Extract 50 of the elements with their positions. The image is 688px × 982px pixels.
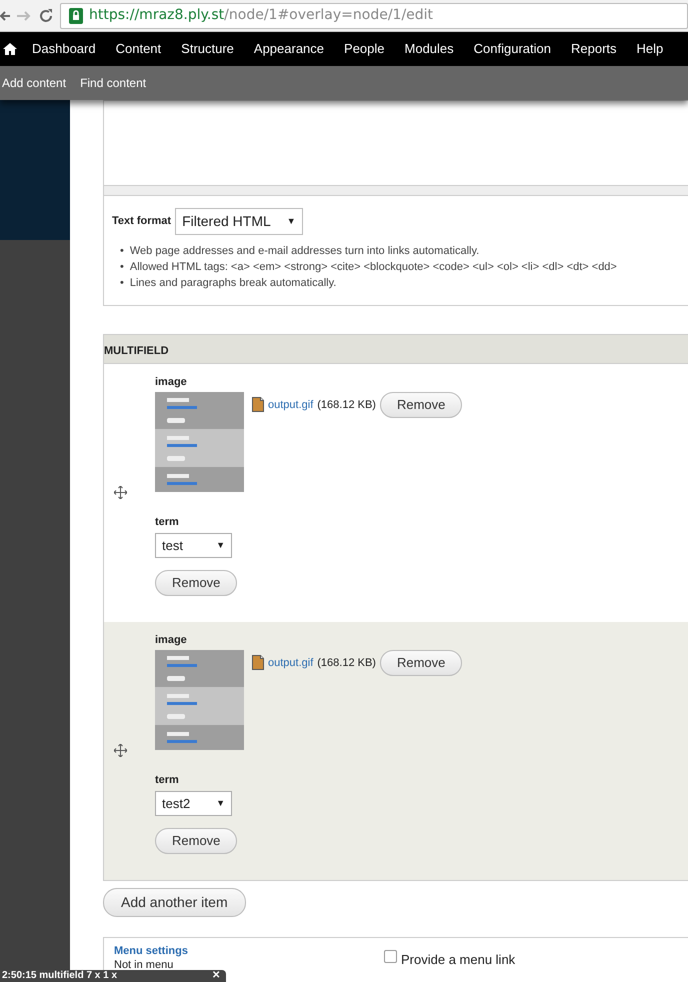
remove-button[interactable]: Remove	[380, 650, 462, 676]
drag-handle-icon[interactable]	[114, 486, 127, 498]
remove-button[interactable]: Remove	[155, 828, 238, 854]
checkbox-label: Provide a menu link	[401, 950, 516, 968]
file-size: (168.12 KB)	[317, 656, 376, 670]
file-icon	[252, 397, 264, 412]
format-tip: Web page addresses and e-mail addresses turn into links automatically.	[130, 244, 480, 259]
menu-summary: Not in menu	[114, 959, 174, 971]
toolbar-link[interactable]: Structure	[171, 39, 244, 59]
toolbar-link[interactable]: Help	[626, 39, 674, 59]
reload-icon[interactable]	[38, 8, 54, 24]
toolbar-link[interactable]: Content	[106, 39, 172, 59]
toolbar-link[interactable]: Dashboard	[22, 39, 106, 59]
toolbar-link[interactable]: People	[334, 39, 395, 59]
remove-button[interactable]: Remove	[155, 570, 238, 596]
file-icon	[252, 655, 264, 670]
text-format-label: Text format	[112, 214, 172, 230]
menu-settings-tab[interactable]: Menu settings	[114, 942, 384, 959]
field-label: image	[155, 632, 188, 648]
home-icon[interactable]	[3, 43, 17, 55]
format-tip: Lines and paragraphs break automatically.	[130, 276, 336, 291]
toolbar-link[interactable]: Reports	[560, 39, 627, 59]
shortcut-link[interactable]: Find content	[78, 74, 152, 92]
file-link[interactable]: output.gif	[268, 396, 314, 413]
url-text: https://mraz8.ply.st/node/1#overlay=node/1/edit	[89, 6, 434, 25]
field-label: term	[155, 515, 180, 530]
bullet: •	[120, 244, 124, 259]
text-format-select[interactable]: Filtered HTML ▼	[175, 208, 303, 235]
back-icon[interactable]	[0, 8, 10, 22]
file-link[interactable]: output.gif	[268, 654, 314, 671]
add-another-item-button[interactable]: Add another item	[103, 888, 246, 916]
overlay-text: 2:50:15 multifield 7 x 1 x	[2, 970, 118, 982]
drag-handle-icon[interactable]	[114, 744, 127, 756]
bullet: •	[120, 276, 124, 291]
term-select[interactable]: test2 ▼	[155, 790, 232, 816]
format-tip: Allowed HTML tags: <a> <em> <strong> <cite> <blockquote> <code> <ul> <ol> <li> <dl> <dt> <dd>	[130, 260, 617, 275]
close-button[interactable]: ✕	[212, 970, 220, 982]
toolbar-link[interactable]: Modules	[394, 39, 464, 59]
toolbar-link[interactable]: Configuration	[464, 39, 561, 59]
shortcut-link[interactable]: Add content	[0, 74, 72, 92]
toolbar-link[interactable]: Appearance	[244, 39, 334, 59]
bullet: •	[120, 260, 124, 275]
address-bar[interactable]: https://mraz8.ply.st/node/1#overlay=node/1/edit	[60, 2, 688, 28]
field-label: term	[155, 773, 180, 788]
remove-button[interactable]: Remove	[380, 392, 462, 418]
term-select[interactable]: test ▼	[155, 532, 232, 558]
fieldset-title: MULTIFIELD	[104, 335, 688, 364]
file-size: (168.12 KB)	[317, 398, 376, 412]
field-label: image	[155, 374, 188, 390]
checkbox[interactable]	[384, 950, 397, 962]
